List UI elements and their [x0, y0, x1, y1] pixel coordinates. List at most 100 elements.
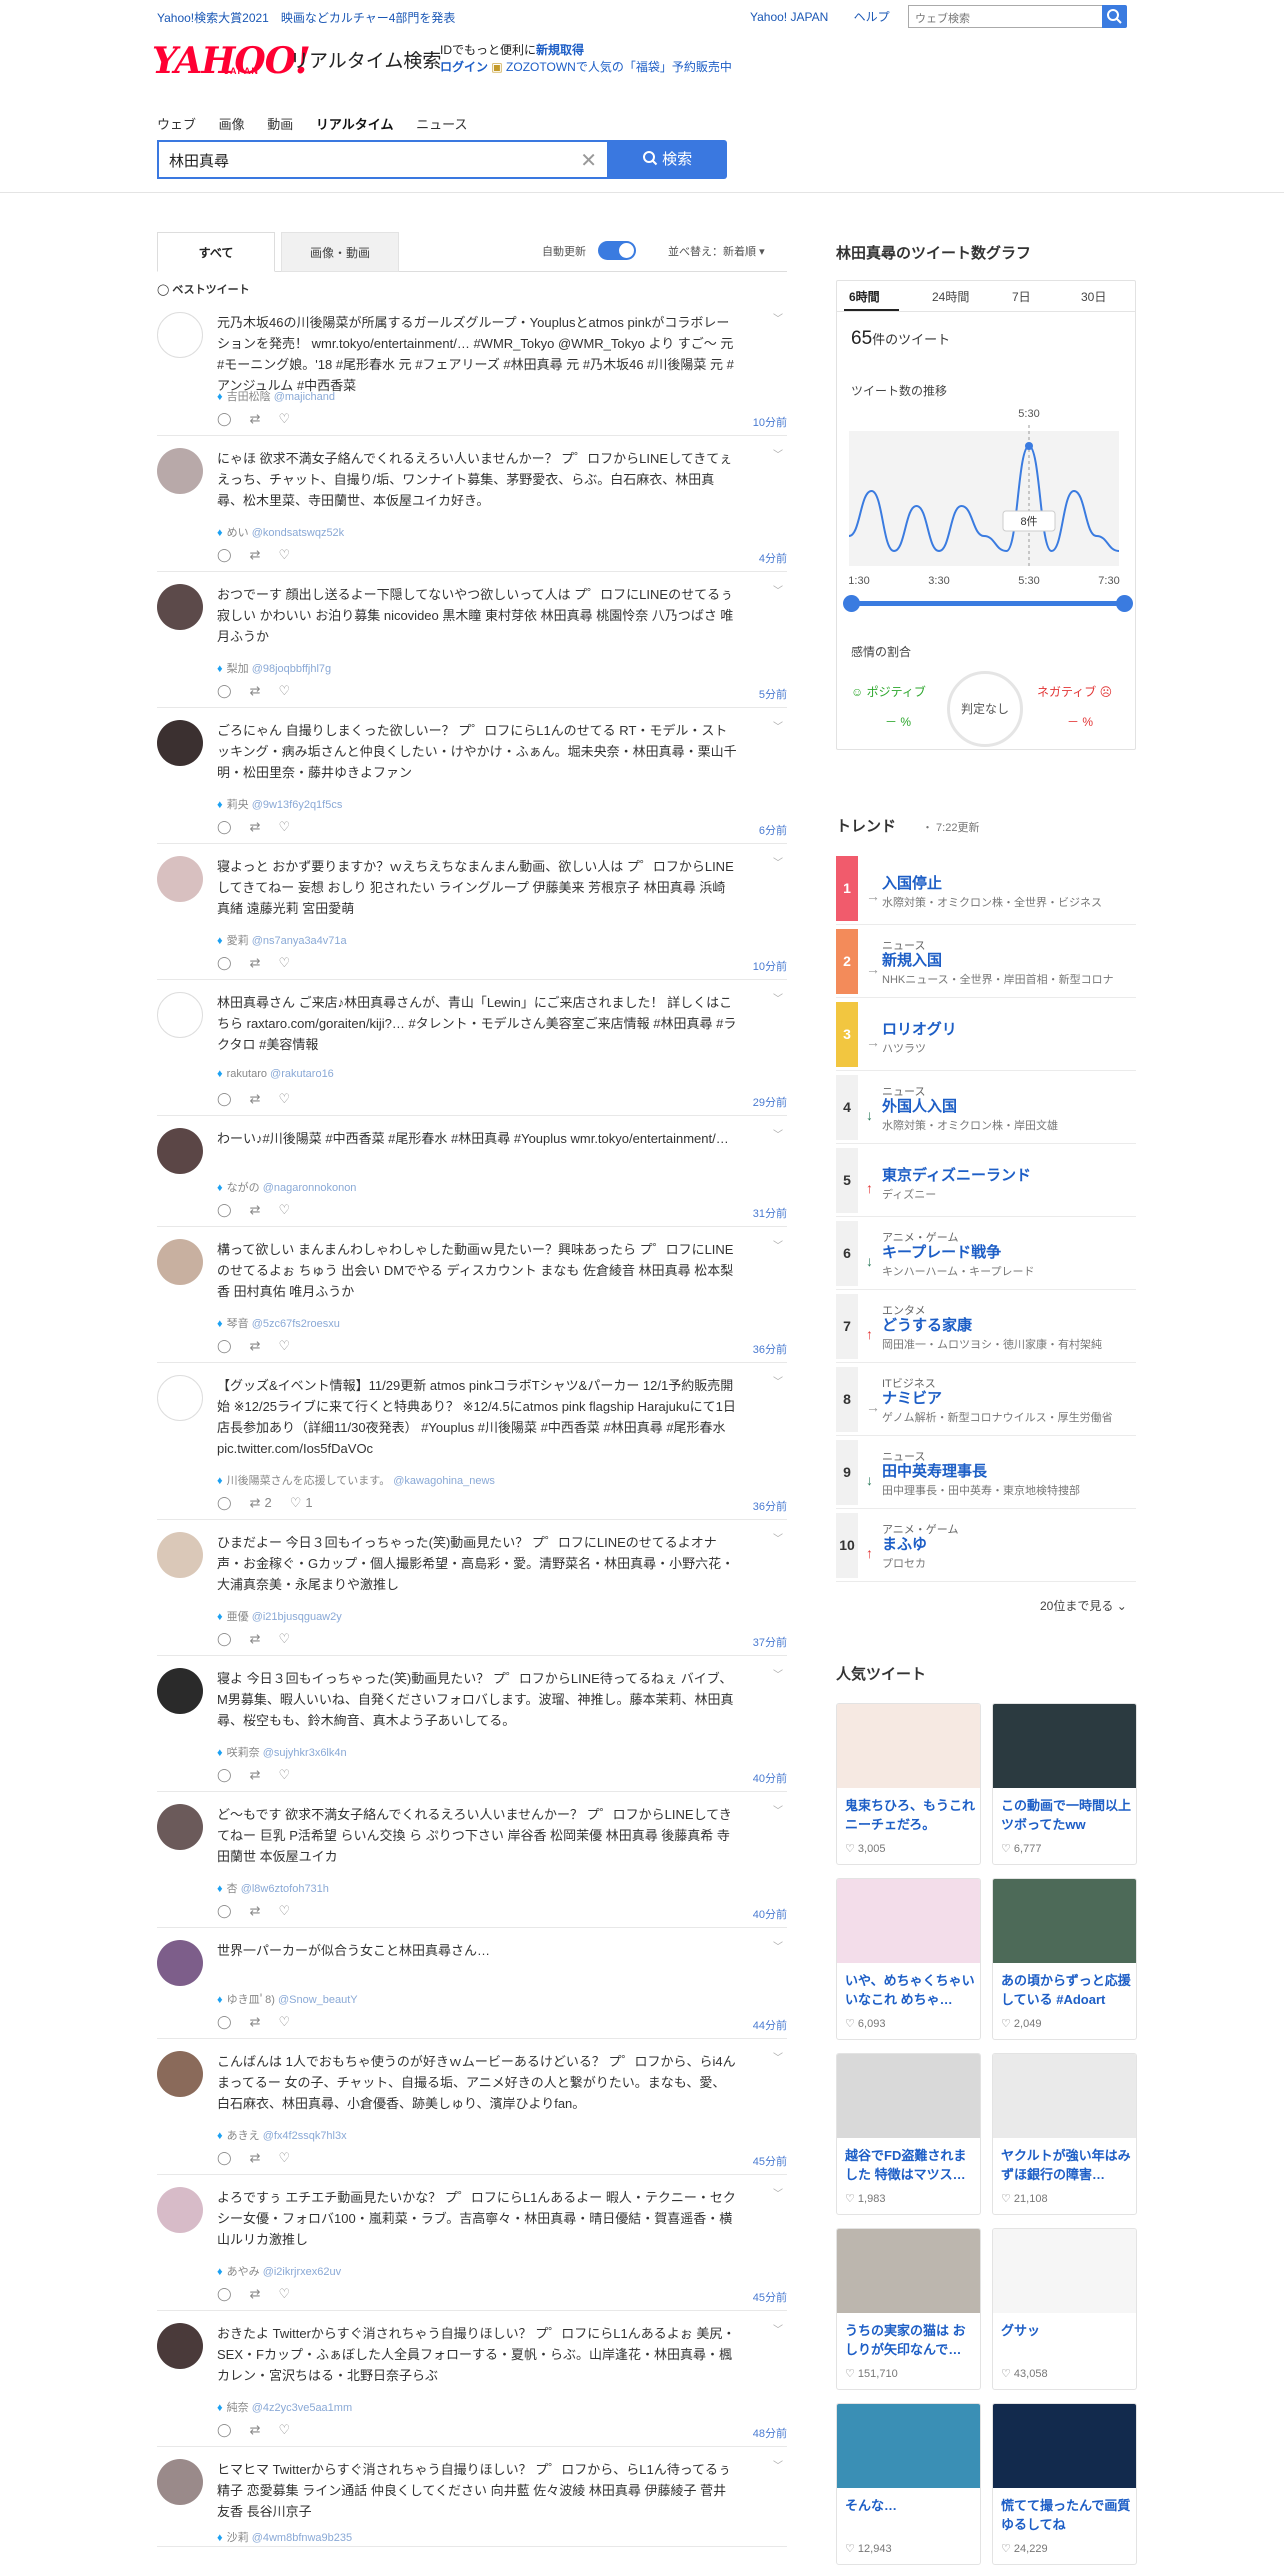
tweet-user[interactable]: ♦ 杏 @l8w6ztofoh731h [217, 1880, 329, 1896]
trend-item[interactable]: 1 → 入国停止 水際対策・オミクロン株・全世界・ビジネス [836, 852, 1136, 925]
trend-name[interactable]: ナミビア [882, 1387, 942, 1408]
tab-6h[interactable]: 6時間 [849, 288, 880, 305]
like-icon[interactable]: ♡ [278, 1631, 290, 1646]
like-icon[interactable]: ♡ [278, 683, 290, 698]
popular-tweet-card[interactable]: グサッ ♡ 43,058 [992, 2228, 1137, 2390]
menu-chevron-icon[interactable]: ﹀ [773, 854, 783, 869]
avatar[interactable] [157, 584, 203, 630]
retweet-icon[interactable]: ⇄ [250, 1495, 261, 1510]
tweet-time[interactable]: 6分前 [759, 822, 787, 838]
menu-chevron-icon[interactable]: ﹀ [773, 1373, 783, 1388]
like-icon[interactable]: ♡ [290, 1495, 302, 1510]
menu-chevron-icon[interactable]: ﹀ [773, 310, 783, 325]
trend-item[interactable]: 10 ↑ アニメ・ゲーム まふゆ プロセカ [836, 1509, 1136, 1582]
menu-chevron-icon[interactable]: ﹀ [773, 1237, 783, 1252]
trend-name[interactable]: どうする家康 [882, 1314, 972, 1335]
reply-icon[interactable]: ◯ [217, 547, 232, 562]
reply-icon[interactable]: ◯ [217, 1495, 232, 1510]
tweet-user[interactable]: ♦ 琴音 @5zc67fs2roesxu [217, 1315, 340, 1331]
reply-icon[interactable]: ◯ [217, 1767, 232, 1782]
reply-icon[interactable]: ◯ [217, 955, 232, 970]
menu-chevron-icon[interactable]: ﹀ [773, 582, 783, 597]
menu-chevron-icon[interactable]: ﹀ [773, 2185, 783, 2200]
tweet-time[interactable]: 40分前 [753, 1906, 787, 1922]
menu-chevron-icon[interactable]: ﹀ [773, 2457, 783, 2472]
reply-icon[interactable]: ◯ [217, 2286, 232, 2301]
nav-realtime[interactable]: リアルタイム [316, 117, 394, 132]
avatar[interactable] [157, 1239, 203, 1285]
reply-icon[interactable]: ◯ [217, 2422, 232, 2437]
tweet-user[interactable]: ♦ 亜優 @i21bjusqguaw2y [217, 1608, 342, 1624]
tweet-time[interactable]: 31分前 [753, 1205, 787, 1221]
tweet-user[interactable]: ♦ 咲莉奈 @sujyhkr3x6lk4n [217, 1744, 347, 1760]
signup-link[interactable]: 新規取得 [536, 43, 584, 57]
tweet-time[interactable]: 48分前 [753, 2425, 787, 2441]
avatar[interactable] [157, 1668, 203, 1714]
tweet-time[interactable]: 36分前 [753, 1498, 787, 1514]
popular-tweet-card[interactable]: 越谷でFD盗難されました 特徴はマツス… ♡ 1,983 [836, 2053, 981, 2215]
retweet-icon[interactable]: ⇄ [250, 2014, 261, 2029]
trend-item[interactable]: 3 → ロリオグリ ハツラツ [836, 998, 1136, 1071]
retweet-icon[interactable]: ⇄ [250, 547, 261, 562]
popular-tweet-card[interactable]: うちの実家の猫は おしりが矢印なんで… ♡ 151,710 [836, 2228, 981, 2390]
like-icon[interactable]: ♡ [278, 1903, 290, 1918]
tweet-user[interactable]: ♦ あきえ @fx4f2ssqk7hl3x [217, 2127, 347, 2143]
retweet-icon[interactable]: ⇄ [250, 955, 261, 970]
peak-point[interactable] [1025, 442, 1033, 450]
tab-30d[interactable]: 30日 [1081, 288, 1106, 305]
tweet-user[interactable]: ♦ 愛莉 @ns7anya3a4v71a [217, 932, 347, 948]
tweet-user[interactable]: ♦ あやみ @i2ikrjrxex62uv [217, 2263, 341, 2279]
trend-name[interactable]: 田中英寿理事長 [882, 1460, 987, 1481]
reply-icon[interactable]: ◯ [217, 819, 232, 834]
trend-item[interactable]: 5 ↑ 東京ディズニーランド ディズニー [836, 1144, 1136, 1217]
reply-icon[interactable]: ◯ [217, 2150, 232, 2165]
like-icon[interactable]: ♡ [278, 411, 290, 426]
help-link[interactable]: ヘルプ [854, 10, 890, 24]
tab-24h[interactable]: 24時間 [932, 288, 969, 305]
popular-tweet-card[interactable]: 鬼束ちひろ、もうこれニーチェだろ。 ♡ 3,005 [836, 1703, 981, 1865]
search-input[interactable]: 林田真尋 ✕ [157, 140, 607, 179]
trend-name[interactable]: 新規入国 [882, 949, 942, 970]
tweet-time[interactable]: 44分前 [753, 2017, 787, 2033]
tweet-user[interactable]: ♦ 純奈 @4z2yc3ve5aa1mm [217, 2399, 352, 2415]
like-icon[interactable]: ♡ [278, 547, 290, 562]
like-icon[interactable]: ♡ [278, 819, 290, 834]
tab-media[interactable]: 画像・動画 [281, 232, 399, 272]
tweet-time[interactable]: 45分前 [753, 2289, 787, 2305]
avatar[interactable] [157, 1128, 203, 1174]
tweet-user[interactable]: ♦ 莉央 @9w13f6y2q1f5cs [217, 796, 342, 812]
menu-chevron-icon[interactable]: ﹀ [773, 1530, 783, 1545]
tweet-time[interactable]: 29分前 [753, 1094, 787, 1110]
range-slider[interactable] [851, 601, 1125, 606]
retweet-icon[interactable]: ⇄ [250, 1631, 261, 1646]
promo-link[interactable]: Yahoo!検索大賞2021 映画などカルチャー4部門を発表 [157, 9, 455, 26]
popular-tweet-card[interactable]: そんな… ♡ 12,943 [836, 2403, 981, 2565]
menu-chevron-icon[interactable]: ﹀ [773, 446, 783, 461]
trend-item[interactable]: 8 → ITビジネス ナミビア ゲノム解析・新型コロナウイルス・厚生労働省 [836, 1363, 1136, 1436]
like-icon[interactable]: ♡ [278, 2286, 290, 2301]
menu-chevron-icon[interactable]: ﹀ [773, 2321, 783, 2336]
web-search-button[interactable] [1102, 5, 1127, 28]
like-icon[interactable]: ♡ [278, 2014, 290, 2029]
nav-news[interactable]: ニュース [416, 117, 467, 132]
avatar[interactable] [157, 992, 203, 1038]
reply-icon[interactable]: ◯ [217, 1903, 232, 1918]
tweet-user[interactable]: ♦ 吉田松陰 @majichand [217, 388, 335, 404]
trend-name[interactable]: 入国停止 [882, 872, 942, 893]
reply-icon[interactable]: ◯ [217, 1091, 232, 1106]
popular-tweet-card[interactable]: いや、めちゃくちゃいいなこれ めちゃ… ♡ 6,093 [836, 1878, 981, 2040]
avatar[interactable] [157, 1375, 203, 1421]
trend-name[interactable]: 東京ディズニーランド [882, 1164, 1031, 1185]
avatar[interactable] [157, 720, 203, 766]
like-icon[interactable]: ♡ [278, 1202, 290, 1217]
avatar[interactable] [157, 312, 203, 358]
slider-left-handle[interactable] [843, 595, 860, 612]
nav-web[interactable]: ウェブ [157, 117, 196, 132]
zozo-link[interactable]: ZOZOTOWNで人気の「福袋」予約販売中 [506, 60, 732, 74]
menu-chevron-icon[interactable]: ﹀ [773, 1666, 783, 1681]
retweet-icon[interactable]: ⇄ [250, 2422, 261, 2437]
trend-name[interactable]: ロリオグリ [882, 1018, 957, 1039]
avatar[interactable] [157, 2323, 203, 2369]
like-icon[interactable]: ♡ [278, 1767, 290, 1782]
like-icon[interactable]: ♡ [278, 955, 290, 970]
